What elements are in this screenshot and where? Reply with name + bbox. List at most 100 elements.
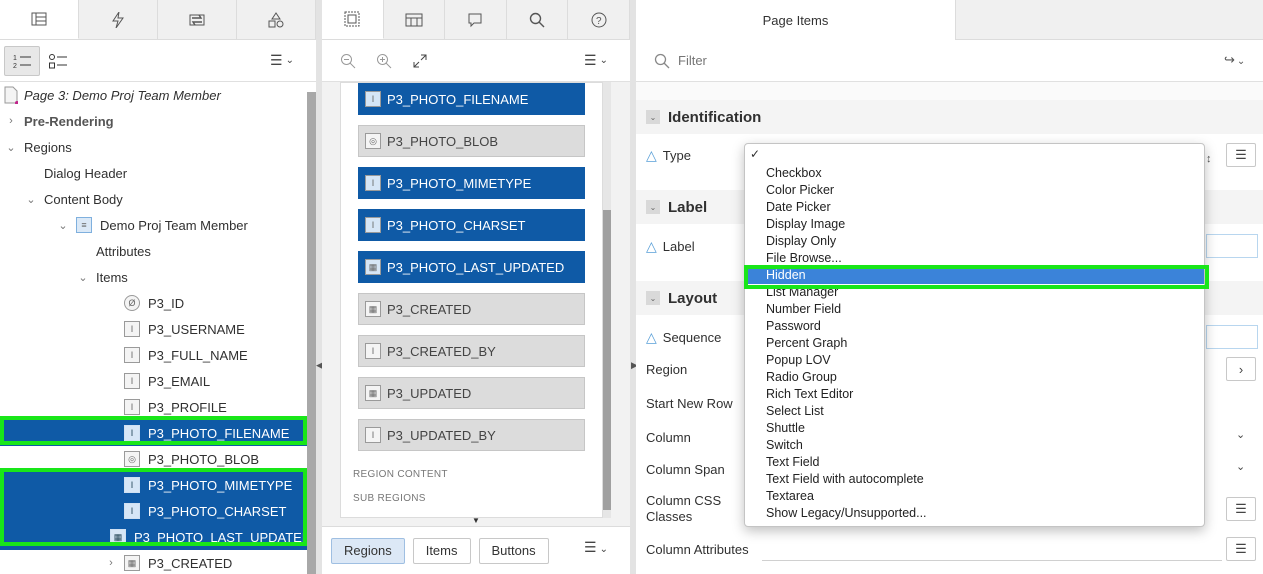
hamburger-icon: ☰ (584, 52, 597, 68)
layout-item-chip[interactable]: I P3_PHOTO_CHARSET (358, 209, 585, 241)
text-item-icon: I (365, 427, 381, 443)
layout-item-chip[interactable]: ▦ P3_CREATED (358, 293, 585, 325)
component-view-button[interactable] (40, 46, 76, 76)
tree-node[interactable]: ⌄ Items (0, 264, 307, 290)
splitter-down-arrow-icon[interactable]: ▼ (472, 516, 480, 525)
right-tabbar: Page Items (636, 0, 1263, 40)
type-option[interactable]: Text Field with autocomplete (745, 471, 1204, 488)
type-option[interactable]: Shuttle (745, 420, 1204, 437)
text-item-icon: I (365, 217, 381, 233)
tree-scrollbar[interactable] (307, 92, 316, 574)
type-option[interactable]: Checkbox (745, 165, 1204, 182)
gallery-menu-button[interactable]: ☰ ⌄ (584, 539, 608, 556)
type-option[interactable]: Hidden (745, 267, 1204, 284)
chevron-down-icon[interactable]: ⌄ (4, 141, 18, 154)
chevron-down-icon[interactable]: ⌄ (56, 219, 70, 232)
column-css-list-button[interactable]: ☰ (1226, 497, 1256, 521)
tab-page-items[interactable]: Page Items (636, 0, 956, 40)
tree-node[interactable]: › Pre-Rendering (0, 108, 307, 134)
type-option[interactable]: List Manager (745, 284, 1204, 301)
type-option[interactable]: Color Picker (745, 182, 1204, 199)
column-span-chevron-down-icon[interactable]: ⌄ (1236, 460, 1245, 473)
tree-node[interactable]: I P3_PROFILE (0, 394, 307, 420)
mid-menu-button[interactable]: ☰ ⌄ (578, 46, 614, 76)
tree-node[interactable]: ⌄ Regions (0, 134, 307, 160)
tree-node[interactable]: I P3_USERNAME (0, 316, 307, 342)
tree-node[interactable]: I P3_PHOTO_CHARSET (0, 498, 307, 524)
chevron-down-icon[interactable]: ⌄ (24, 193, 38, 206)
tree-node[interactable]: ⌄ Content Body (0, 186, 307, 212)
column-attributes-list-button[interactable]: ☰ (1226, 537, 1256, 561)
tab-rendering[interactable] (0, 0, 79, 39)
left-tabbar (0, 0, 316, 40)
type-option[interactable]: Switch (745, 437, 1204, 454)
tab-gallery[interactable] (384, 0, 446, 39)
tab-search[interactable] (507, 0, 569, 39)
section-identification[interactable]: ⌄ Identification (636, 100, 1263, 134)
sequence-input[interactable] (1206, 325, 1258, 349)
tree-node[interactable]: Attributes (0, 238, 307, 264)
tab-dynamic-actions[interactable] (79, 0, 158, 39)
page-root[interactable]: Page 3: Demo Proj Team Member (0, 82, 307, 108)
label-input[interactable] (1206, 234, 1258, 258)
chevron-right-icon[interactable]: › (104, 557, 118, 569)
type-option[interactable]: Show Legacy/Unsupported... (745, 505, 1204, 522)
filter-input[interactable] (678, 53, 1178, 68)
layout-item-chip[interactable]: I P3_CREATED_BY (358, 335, 585, 367)
type-option[interactable]: Rich Text Editor (745, 386, 1204, 403)
left-menu-button[interactable]: ☰ ⌄ (264, 46, 300, 76)
layout-item-chip[interactable]: ▦ P3_UPDATED (358, 377, 585, 409)
layout-item-chip[interactable]: I P3_PHOTO_FILENAME (358, 83, 585, 115)
tree-node[interactable]: ⌄ ≡ Demo Proj Team Member (0, 212, 307, 238)
go-to-group-button[interactable]: ↪ ⌄ (1224, 52, 1245, 68)
type-option[interactable]: File Browse... (745, 250, 1204, 267)
type-option[interactable]: Display Image (745, 216, 1204, 233)
tree-node-label: P3_CREATED (148, 555, 233, 571)
tree-node[interactable]: Ø P3_ID (0, 290, 307, 316)
type-option[interactable]: Text Field (745, 454, 1204, 471)
tab-shared-components[interactable] (237, 0, 316, 39)
region-go-button[interactable]: › (1226, 357, 1256, 381)
type-option[interactable]: Textarea (745, 488, 1204, 505)
expand-button[interactable] (402, 46, 438, 76)
tree-node[interactable]: I P3_PHOTO_MIMETYPE (0, 472, 307, 498)
tab-layout[interactable] (322, 0, 384, 39)
tree-node[interactable]: Dialog Header (0, 160, 307, 186)
gallery-tab-items[interactable]: Items (412, 537, 471, 564)
type-list-button[interactable]: ☰ (1226, 143, 1256, 167)
type-option[interactable]: Display Only (745, 233, 1204, 250)
layout-item-chip[interactable]: I P3_UPDATED_BY (358, 419, 585, 451)
tab-processing[interactable] (158, 0, 237, 39)
layout-item-chip[interactable]: ◎ P3_PHOTO_BLOB (358, 125, 585, 157)
type-option[interactable]: Date Picker (745, 199, 1204, 216)
type-option[interactable]: Select List (745, 403, 1204, 420)
chevron-right-icon[interactable]: › (4, 115, 18, 127)
chevron-down-icon[interactable]: ⌄ (76, 271, 90, 284)
tab-help[interactable]: ? (568, 0, 630, 39)
tab-messages[interactable] (445, 0, 507, 39)
tree-node[interactable]: ◎ P3_PHOTO_BLOB (0, 446, 307, 472)
column-attributes-input[interactable] (762, 560, 1222, 561)
tree-node[interactable]: I P3_PHOTO_FILENAME (0, 420, 307, 446)
tree-node[interactable]: ▦ P3_PHOTO_LAST_UPDATED (0, 524, 307, 550)
type-dropdown[interactable]: ✓ Checkbox Color Picker Date Picker Display… (744, 143, 1205, 527)
layout-item-chip[interactable]: I P3_PHOTO_MIMETYPE (358, 167, 585, 199)
gallery-tab-buttons[interactable]: Buttons (478, 537, 549, 564)
type-option[interactable]: Percent Graph (745, 335, 1204, 352)
type-option[interactable]: Popup LOV (745, 352, 1204, 369)
type-option[interactable]: Radio Group (745, 369, 1204, 386)
tree-node[interactable]: I P3_EMAIL (0, 368, 307, 394)
text-item-icon: I (124, 477, 140, 493)
gallery-tab-regions[interactable]: Regions (331, 537, 405, 564)
column-chevron-down-icon[interactable]: ⌄ (1236, 428, 1245, 441)
type-option[interactable]: Password (745, 318, 1204, 335)
layout-item-chip[interactable]: ▦ P3_PHOTO_LAST_UPDATED (358, 251, 585, 283)
type-option[interactable]: Number Field (745, 301, 1204, 318)
tree-node[interactable]: › ▦ P3_CREATED (0, 550, 307, 574)
chip-label: P3_PHOTO_LAST_UPDATED (387, 259, 565, 275)
tree-node[interactable]: I P3_FULL_NAME (0, 342, 307, 368)
canvas-scrollbar[interactable] (603, 210, 611, 510)
zoom-in-button[interactable] (366, 46, 402, 76)
zoom-out-button[interactable] (330, 46, 366, 76)
tree-view-button[interactable]: 12 (4, 45, 40, 76)
